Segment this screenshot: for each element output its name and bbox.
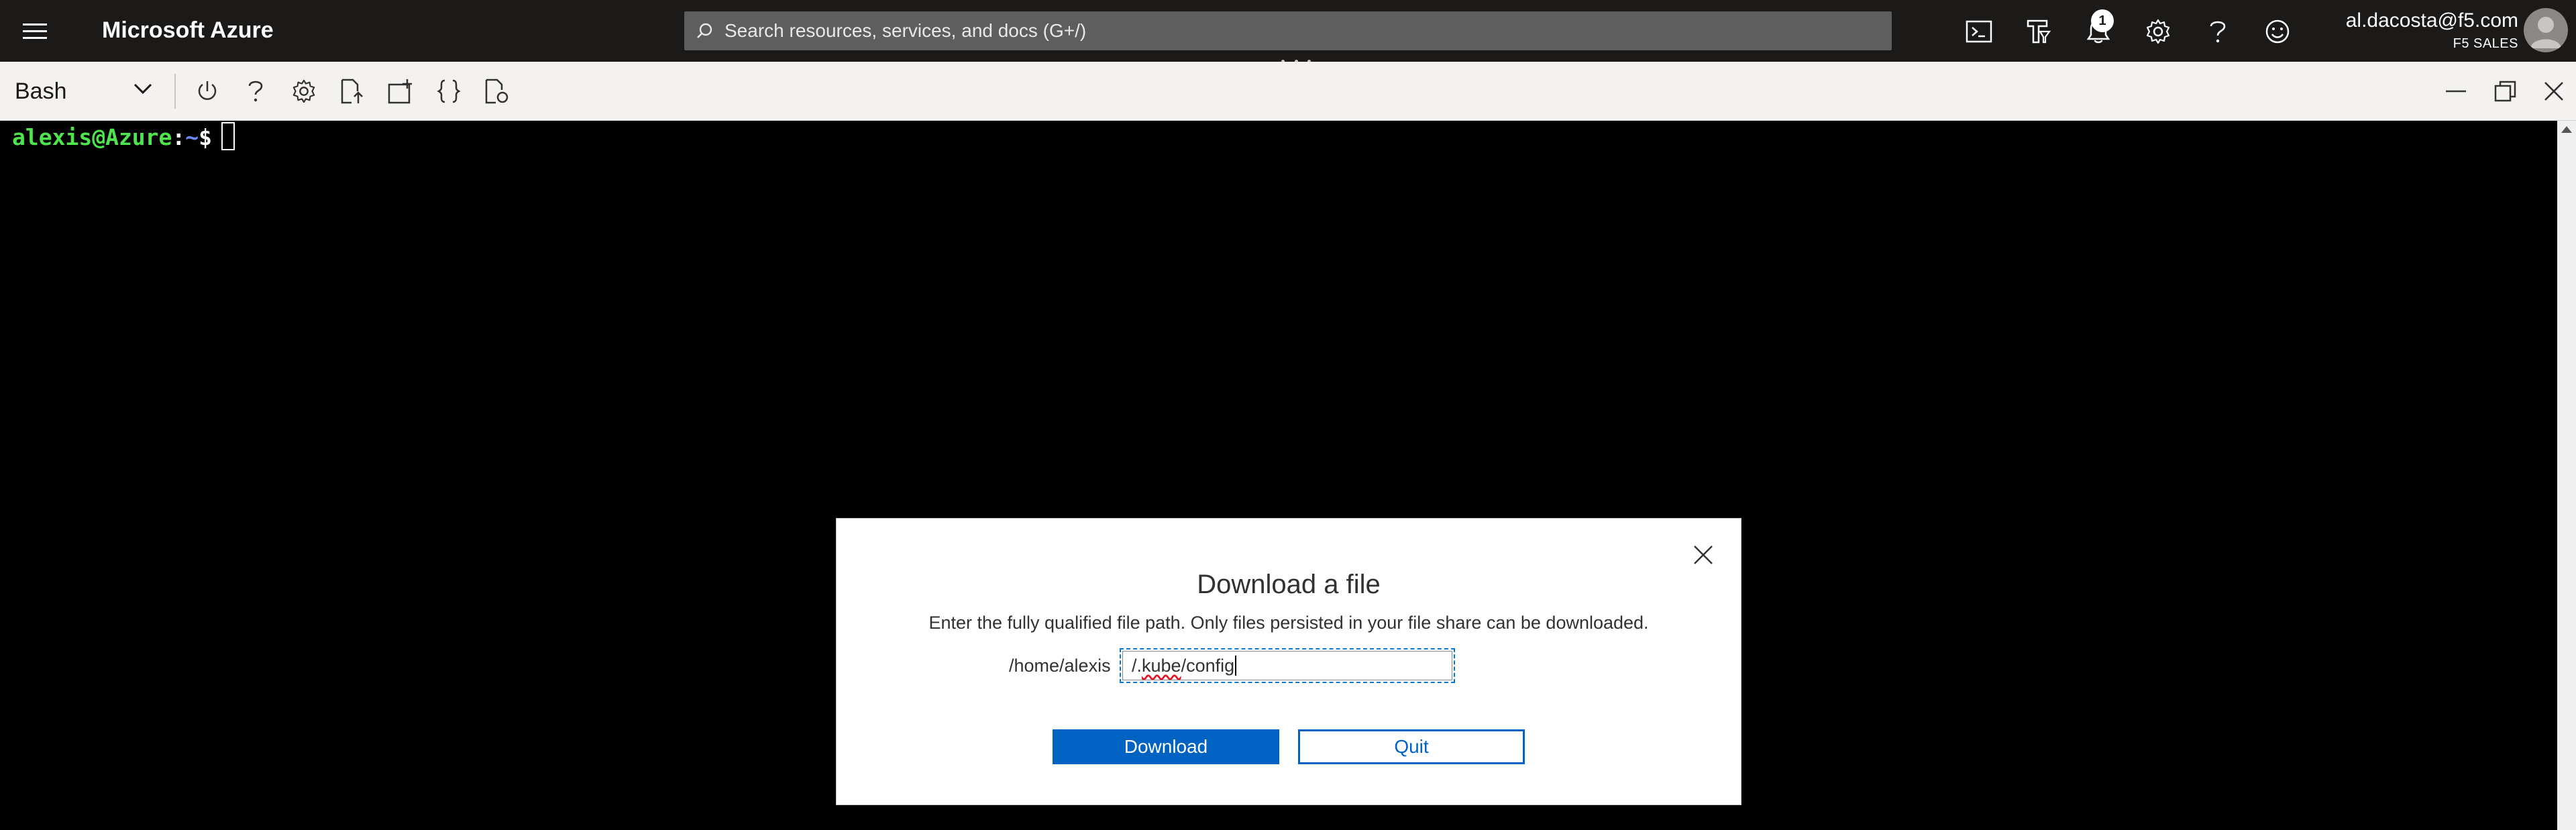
- open-new-session-icon[interactable]: [384, 74, 417, 108]
- account-email: al.dacosta@f5.com: [2345, 9, 2518, 32]
- terminal-cursor: [221, 122, 235, 150]
- file-path-part-2: /config: [1181, 655, 1235, 676]
- file-path-misspelled-word: kube: [1142, 655, 1181, 676]
- cloud-shell-toolbar: Bash: [0, 62, 2576, 121]
- azure-top-bar: Microsoft Azure Search resources, servic…: [0, 0, 2576, 63]
- toolbar-divider: [174, 74, 176, 109]
- scroll-up-arrow-icon[interactable]: [2561, 126, 2572, 133]
- terminal-scrollbar[interactable]: [2557, 121, 2576, 830]
- prompt-symbol: $: [199, 124, 213, 150]
- search-icon: [684, 11, 724, 50]
- maximize-icon[interactable]: [2489, 74, 2522, 108]
- file-path-input[interactable]: /. kube/config: [1120, 648, 1455, 683]
- download-file-dialog: Download a file Enter the fully qualifie…: [836, 518, 1741, 805]
- help-icon[interactable]: [2201, 15, 2235, 48]
- brand-title[interactable]: Microsoft Azure: [102, 17, 274, 44]
- text-caret: [1235, 656, 1237, 676]
- account-info[interactable]: al.dacosta@f5.com F5 SALES: [2346, 9, 2518, 52]
- cloud-shell-icon[interactable]: [1962, 15, 1996, 48]
- directory-filter-icon[interactable]: [2022, 15, 2055, 48]
- close-shell-icon[interactable]: [2537, 74, 2571, 108]
- restart-icon[interactable]: [191, 74, 224, 108]
- settings-icon[interactable]: [2141, 15, 2175, 48]
- prompt-path: ~: [185, 124, 199, 150]
- shell-environment-select[interactable]: Bash: [0, 62, 168, 121]
- portal-menu-icon[interactable]: [23, 19, 50, 43]
- prompt-separator: :: [172, 124, 186, 150]
- notification-count-badge: 1: [2091, 9, 2114, 32]
- file-path-part-1: /.: [1132, 655, 1142, 676]
- upload-download-icon[interactable]: [335, 74, 369, 108]
- terminal-prompt: alexis@Azure:~$: [12, 122, 235, 150]
- shell-settings-icon[interactable]: [287, 74, 321, 108]
- prompt-user-host: alexis@Azure: [12, 124, 172, 150]
- search-placeholder: Search resources, services, and docs (G+…: [724, 20, 1087, 41]
- minimize-icon[interactable]: [2439, 74, 2473, 108]
- avatar[interactable]: [2524, 8, 2568, 52]
- download-button[interactable]: Download: [1053, 729, 1279, 764]
- notifications-icon[interactable]: 1: [2082, 9, 2115, 48]
- shell-help-icon[interactable]: [239, 74, 272, 108]
- editor-braces-icon[interactable]: [432, 74, 466, 108]
- feedback-icon[interactable]: [2261, 15, 2294, 48]
- path-prefix-label: /home/alexis: [1009, 656, 1111, 676]
- account-tenant: F5 SALES: [2453, 36, 2518, 51]
- dialog-title: Download a file: [1197, 570, 1381, 599]
- shell-environment-label: Bash: [15, 78, 67, 104]
- dialog-description: Enter the fully qualified file path. Onl…: [928, 613, 1649, 633]
- quit-button[interactable]: Quit: [1298, 729, 1525, 764]
- dialog-close-icon[interactable]: [1690, 541, 1717, 568]
- chevron-down-icon: [133, 82, 153, 99]
- web-preview-icon[interactable]: [480, 74, 514, 108]
- global-search-box[interactable]: Search resources, services, and docs (G+…: [684, 11, 1892, 50]
